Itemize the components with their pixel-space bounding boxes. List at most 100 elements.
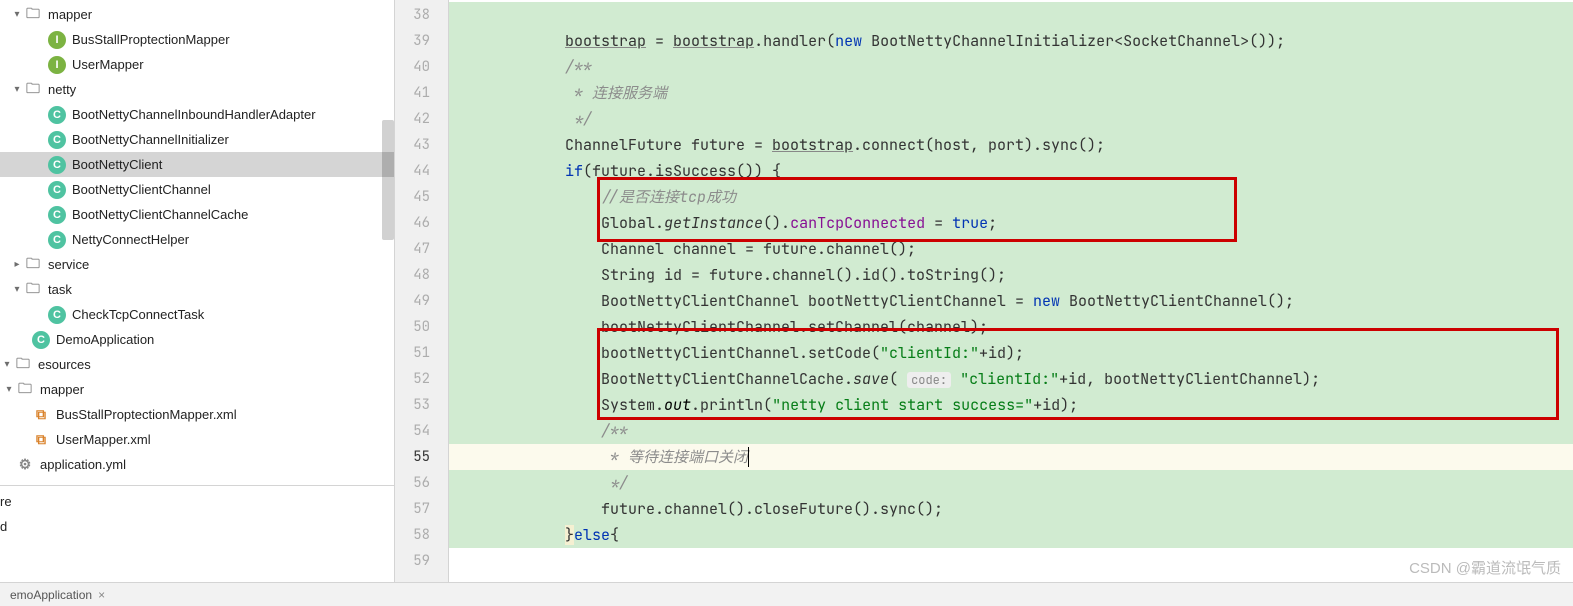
line-number: 53 (395, 392, 448, 418)
code-line[interactable]: //是否连接tcp成功 (449, 184, 1573, 210)
tree-item-demoapplication[interactable]: CDemoApplication (0, 327, 394, 352)
tree-item-bootnettychannelinboundhandleradapter[interactable]: CBootNettyChannelInboundHandlerAdapter (0, 102, 394, 127)
line-number: 56 (395, 470, 448, 496)
code-line[interactable]: String id = future.channel().id().toStri… (449, 262, 1573, 288)
tree-item[interactable]: d (0, 514, 394, 539)
tree-label: CheckTcpConnectTask (72, 307, 204, 322)
tree-item-checktcpconnecttask[interactable]: CCheckTcpConnectTask (0, 302, 394, 327)
tree-label: NettyConnectHelper (72, 232, 189, 247)
code-line[interactable]: future.channel().closeFuture().sync(); (449, 496, 1573, 522)
line-number: 43 (395, 132, 448, 158)
tree-label: UserMapper (72, 57, 144, 72)
tree-item-busstallproptectionmapper[interactable]: IBusStallProptectionMapper (0, 27, 394, 52)
class-icon: C (48, 206, 66, 224)
line-number: 50 (395, 314, 448, 340)
line-number: 38 (395, 2, 448, 28)
code-line[interactable]: System.out.println("netty client start s… (449, 392, 1573, 418)
code-line[interactable]: if(future.isSuccess()) { (449, 158, 1573, 184)
tree-label: mapper (40, 382, 84, 397)
tree-label: BootNettyClientChannel (72, 182, 211, 197)
folder-icon: 🗀 (24, 6, 42, 24)
tree-label: BusStallProptectionMapper.xml (56, 407, 237, 422)
folder-icon: 🗀 (16, 381, 34, 399)
tree-label: application.yml (40, 457, 126, 472)
line-number: 59 (395, 548, 448, 574)
close-icon[interactable]: × (98, 588, 105, 602)
class-icon: C (48, 181, 66, 199)
tab-label: emoApplication (10, 588, 92, 602)
chevron-down-icon: ▾ (2, 384, 16, 395)
tree-item-bootnettyclient[interactable]: C BootNettyClient (0, 152, 394, 177)
line-number: 42 (395, 106, 448, 132)
tree-item-bootnettychannelinitializer[interactable]: C BootNettyChannelInitializer (0, 127, 394, 152)
class-icon: C (48, 156, 66, 174)
tree-file-busstallproptectionmapper.xml[interactable]: ⧉ BusStallProptectionMapper.xml (0, 402, 394, 427)
code-line[interactable] (449, 548, 1573, 574)
tree-label: BootNettyClient (72, 157, 162, 172)
text-caret (748, 447, 749, 467)
code-line[interactable]: }else{ (449, 522, 1573, 548)
tree-label: BootNettyClientChannelCache (72, 207, 248, 222)
code-line[interactable]: bootstrap = bootstrap.handler(new BootNe… (449, 28, 1573, 54)
code-line[interactable]: */ (449, 106, 1573, 132)
code-line[interactable]: bootNettyClientChannel.setCode("clientId… (449, 340, 1573, 366)
line-number: 46 (395, 210, 448, 236)
line-number: 40 (395, 54, 448, 80)
tree-label: netty (48, 82, 76, 97)
tree-item-nettyconnecthelper[interactable]: CNettyConnectHelper (0, 227, 394, 252)
code-line[interactable]: * 连接服务端 (449, 80, 1573, 106)
class-icon: C (48, 131, 66, 149)
tree-label: esources (38, 357, 91, 372)
code-line[interactable]: Global.getInstance().canTcpConnected = t… (449, 210, 1573, 236)
class-runnable-icon: C (32, 331, 50, 349)
tree-label: BootNettyChannelInitializer (72, 132, 229, 147)
code-line[interactable]: /** (449, 418, 1573, 444)
tree-item-usermapper[interactable]: IUserMapper (0, 52, 394, 77)
code-area[interactable]: bootstrap = bootstrap.handler(new BootNe… (449, 0, 1573, 582)
scrollbar-thumb[interactable] (382, 120, 394, 240)
line-number: 57 (395, 496, 448, 522)
code-line[interactable] (449, 2, 1573, 28)
code-line[interactable]: ChannelFuture future = bootstrap.connect… (449, 132, 1573, 158)
code-line[interactable]: BootNettyClientChannelCache.save( code: … (449, 366, 1573, 392)
xml-file-icon: ⧉ (32, 406, 50, 424)
tree-label: BusStallProptectionMapper (72, 32, 230, 47)
yml-file-icon: ⚙ (16, 456, 34, 474)
code-line[interactable]: BootNettyClientChannel bootNettyClientCh… (449, 288, 1573, 314)
tree-item-service[interactable]: ▸🗀service (0, 252, 394, 277)
code-line-current[interactable]: * 等待连接端口关闭 (449, 444, 1573, 470)
tree-item[interactable]: re (0, 489, 394, 514)
line-number: 44 (395, 158, 448, 184)
tree-folder-resources[interactable]: ▾ 🗀 esources (0, 352, 394, 377)
code-line[interactable]: */ (449, 470, 1573, 496)
project-tree-sidebar[interactable]: ▾🗀mapperIBusStallProptectionMapperIUserM… (0, 0, 395, 582)
tree-label: service (48, 257, 89, 272)
chevron-down-icon: ▾ (10, 84, 24, 95)
tree-label: task (48, 282, 72, 297)
code-line[interactable]: /** (449, 54, 1573, 80)
line-number: 39 (395, 28, 448, 54)
tree-item-bootnettyclientchannel[interactable]: C BootNettyClientChannel (0, 177, 394, 202)
line-number-gutter: 3839404142434445464748495051525354555657… (395, 0, 449, 582)
code-editor[interactable]: 3839404142434445464748495051525354555657… (395, 0, 1573, 582)
tree-item-mapper[interactable]: ▾🗀mapper (0, 2, 394, 27)
chevron-right-icon: ▸ (10, 259, 24, 270)
bottom-tabbar: emoApplication × (0, 582, 1573, 606)
chevron-down-icon: ▾ (10, 284, 24, 295)
tree-file-usermapper.xml[interactable]: ⧉UserMapper.xml (0, 427, 394, 452)
tree-item-task[interactable]: ▾🗀task (0, 277, 394, 302)
code-line[interactable]: Channel channel = future.channel(); (449, 236, 1573, 262)
tree-item-netty[interactable]: ▾🗀 netty (0, 77, 394, 102)
chevron-down-icon: ▾ (10, 9, 24, 20)
line-number: 45 (395, 184, 448, 210)
code-line[interactable]: bootNettyClientChannel.setChannel(channe… (449, 314, 1573, 340)
folder-icon: 🗀 (24, 81, 42, 99)
line-number: 41 (395, 80, 448, 106)
tree-folder-mapper[interactable]: ▾ 🗀 mapper (0, 377, 394, 402)
tab-demoapplication[interactable]: emoApplication × (4, 586, 111, 604)
tree-item-bootnettyclientchannelcache[interactable]: C BootNettyClientChannelCache (0, 202, 394, 227)
param-hint: code: (907, 372, 951, 388)
line-number: 47 (395, 236, 448, 262)
tree-file-appyml[interactable]: ⚙ application.yml (0, 452, 394, 477)
tree-label: UserMapper.xml (56, 432, 151, 447)
